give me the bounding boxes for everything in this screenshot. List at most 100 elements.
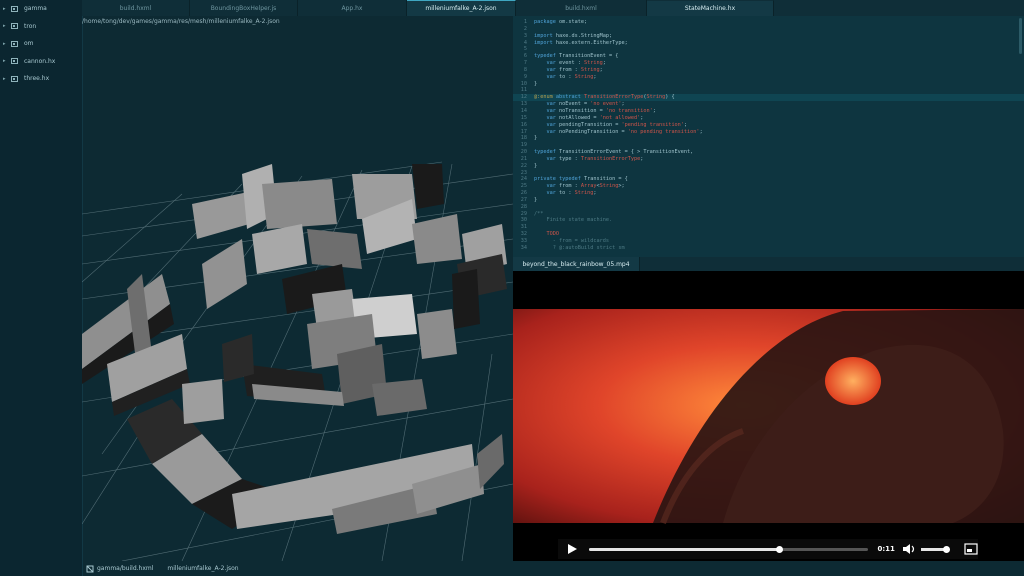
- code-line[interactable]: 12 @:enum abstract TransitionErrorType(St…: [513, 94, 1024, 102]
- code-line[interactable]: 22}: [513, 163, 1024, 170]
- code-line[interactable]: 34 ? @:autoBuild strict sm: [513, 245, 1024, 252]
- code-line[interactable]: 24 private typedef Transition = {: [513, 176, 1024, 183]
- line-number: 4: [523, 39, 527, 46]
- seek-handle[interactable]: [775, 545, 783, 553]
- chevron-right-icon: ▸: [3, 58, 6, 65]
- line-number: 33: [520, 238, 527, 244]
- code-line[interactable]: 5: [513, 46, 1024, 53]
- tab-label: BoundingBoxHelper.js: [210, 4, 277, 12]
- code-editor[interactable]: 1 package om.state; 2 3 import haxe.ds.Strin…: [513, 16, 1024, 257]
- line-number: 1: [523, 19, 527, 25]
- 3d-viewport[interactable]: [82, 24, 513, 561]
- tab-statemachine[interactable]: StateMachine.hx: [647, 0, 774, 16]
- line-number: 14: [520, 107, 527, 114]
- tree-item-cannon[interactable]: ▸ cannon.hx: [0, 53, 82, 71]
- fullscreen-icon[interactable]: [964, 543, 978, 555]
- code-line[interactable]: 2: [513, 26, 1024, 33]
- code-line[interactable]: 31: [513, 224, 1024, 231]
- tree-item-tron[interactable]: ▸ tron: [0, 18, 82, 36]
- code-line[interactable]: 26 var to : String;: [513, 190, 1024, 197]
- play-icon[interactable]: [565, 543, 579, 555]
- line-number: 18: [520, 135, 527, 142]
- line-number: 16: [520, 121, 527, 128]
- tree-item-label: three.hx: [24, 75, 50, 83]
- volume-handle[interactable]: [942, 545, 950, 553]
- code-line[interactable]: 27}: [513, 197, 1024, 204]
- code-line[interactable]: 23: [513, 170, 1024, 177]
- line-number: 9: [523, 73, 527, 80]
- volume-icon[interactable]: [902, 543, 916, 555]
- chevron-right-icon: ▸: [3, 40, 6, 47]
- volume-level: [920, 547, 946, 551]
- code-line[interactable]: 6 typedef TransitionEvent = {: [513, 53, 1024, 60]
- code-line[interactable]: 33 - from = wildcards: [513, 238, 1024, 245]
- code-line[interactable]: 11: [513, 87, 1024, 94]
- code-line[interactable]: 9 var to : String;: [513, 74, 1024, 81]
- code-line[interactable]: 20 typedef TransitionErrorEvent = { > Tra…: [513, 149, 1024, 156]
- tree-item-om[interactable]: ▸ om: [0, 35, 82, 53]
- code-line[interactable]: 25 var from : Array<String>;: [513, 183, 1024, 190]
- code-line[interactable]: 3 import haxe.ds.StringMap;: [513, 33, 1024, 40]
- code-line[interactable]: 1 package om.state;: [513, 19, 1024, 26]
- tab-build-hxml-2[interactable]: build.hxml: [516, 0, 647, 16]
- tab-app-hx[interactable]: App.hx: [298, 0, 407, 16]
- line-number: 26: [520, 190, 527, 197]
- bottom-item-build[interactable]: gamma/build.hxml: [86, 565, 153, 573]
- line-text: ? @:autoBuild strict sm: [534, 244, 625, 251]
- code-line[interactable]: 32 TODO: [513, 231, 1024, 238]
- line-number: 8: [523, 66, 527, 73]
- code-line[interactable]: 16 var pendingTransition = 'pending tran…: [513, 122, 1024, 129]
- seek-bar[interactable]: [588, 545, 869, 553]
- code-line[interactable]: 30 Finite state machine.: [513, 217, 1024, 224]
- line-text: import haxe.extern.EitherType;: [534, 39, 628, 46]
- tab-label: StateMachine.hx: [684, 5, 736, 12]
- code-line[interactable]: 13 var noEvent = 'no event';: [513, 101, 1024, 108]
- tab-label: App.hx: [341, 4, 363, 12]
- line-text: var from : String;: [546, 66, 603, 73]
- code-line[interactable]: 17 var noPendingTransition = 'no pending…: [513, 129, 1024, 136]
- code-line[interactable]: 29 /**: [513, 211, 1024, 218]
- bottom-item-label: gamma/build.hxml: [97, 565, 154, 572]
- bottom-item-json[interactable]: milleniumfalke_A-2.json: [167, 565, 238, 572]
- line-number: 12: [520, 94, 527, 101]
- line-number: 5: [523, 46, 527, 53]
- tree-item-gamma[interactable]: ▸ gamma: [0, 0, 82, 18]
- chevron-right-icon: ▸: [3, 23, 6, 30]
- code-line[interactable]: 15 var notAllowed = 'not allowed';: [513, 115, 1024, 122]
- tree-item-label: om: [24, 40, 34, 48]
- code-line[interactable]: 10}: [513, 81, 1024, 88]
- code-line[interactable]: 7 var event : String;: [513, 60, 1024, 67]
- tree-item-label: tron: [24, 22, 37, 30]
- status-bar: gamma/build.hxml milleniumfalke_A-2.json: [82, 561, 513, 576]
- tree-item-three[interactable]: ▸ three.hx: [0, 70, 82, 88]
- code-line[interactable]: 8 var from : String;: [513, 67, 1024, 74]
- code-line[interactable]: 18}: [513, 135, 1024, 142]
- code-line[interactable]: 28: [513, 204, 1024, 211]
- code-line[interactable]: 14 var noTransition = 'no transition';: [513, 108, 1024, 115]
- video-player[interactable]: [513, 271, 1024, 561]
- line-text: }: [534, 135, 538, 142]
- editor-scrollbar[interactable]: [1019, 18, 1022, 54]
- tab-boundingboxhelper[interactable]: BoundingBoxHelper.js: [190, 0, 298, 16]
- line-number: 23: [520, 169, 527, 176]
- line-number: 30: [520, 217, 527, 224]
- line-text: }: [534, 162, 538, 169]
- tab-video[interactable]: beyond_the_black_rainbow_05.mp4: [513, 257, 640, 271]
- tab-build-hxml[interactable]: build.hxml: [82, 0, 190, 16]
- code-line[interactable]: 19: [513, 142, 1024, 149]
- code-line[interactable]: 4 import haxe.extern.EitherType;: [513, 40, 1024, 47]
- mesh-walls: [82, 164, 507, 534]
- tab-milleniumfalke-json[interactable]: milleniumfalke_A-2.json: [407, 0, 516, 16]
- code-line[interactable]: 21 var type : TransitionErrorType;: [513, 156, 1024, 163]
- line-text: TODO: [534, 231, 559, 238]
- volume-slider[interactable]: [920, 545, 951, 553]
- line-number: 34: [520, 244, 527, 251]
- line-text: @:enum abstract TransitionErrorType(Stri…: [534, 94, 675, 101]
- line-number: 31: [520, 224, 527, 231]
- line-text: var noPendingTransition = 'no pending tr…: [546, 128, 703, 135]
- line-text: Finite state machine.: [534, 217, 613, 224]
- line-number: 10: [520, 80, 527, 87]
- tab-label: milleniumfalke_A-2.json: [425, 5, 497, 12]
- video-time: 0:11: [877, 545, 895, 553]
- folder-icon: [11, 75, 18, 82]
